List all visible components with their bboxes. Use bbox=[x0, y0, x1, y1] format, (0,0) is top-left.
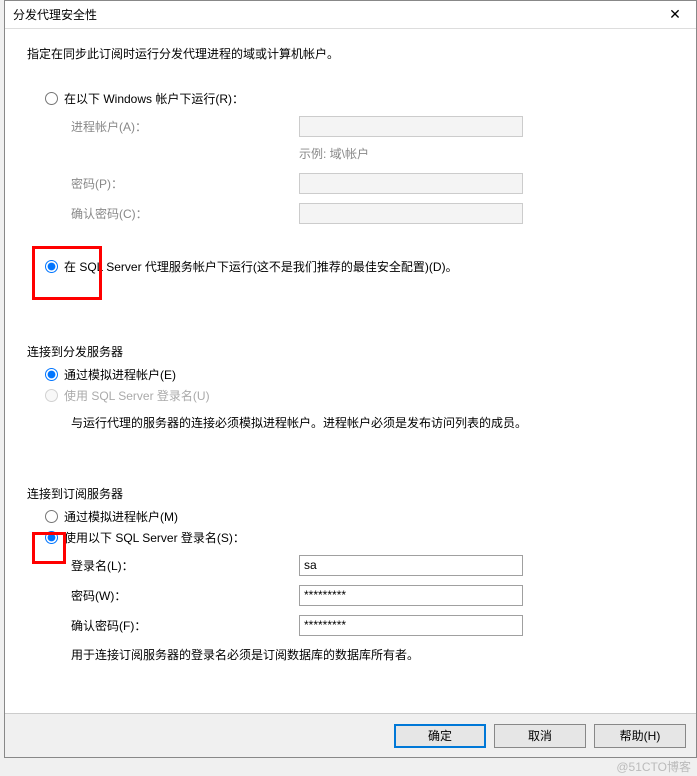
titlebar: 分发代理安全性 ✕ bbox=[5, 1, 696, 29]
radio-windows-input[interactable] bbox=[45, 92, 58, 105]
subscriber-section-header: 连接到订阅服务器 bbox=[27, 485, 674, 502]
radio-sub-impersonate[interactable]: 通过模拟进程帐户(M) bbox=[45, 508, 674, 525]
cancel-button[interactable]: 取消 bbox=[494, 724, 586, 748]
account-hint: 示例: 域\帐户 bbox=[299, 145, 674, 162]
process-account-input bbox=[299, 116, 523, 137]
confirm-password-row: 确认密码(C)： bbox=[71, 202, 674, 224]
subscriber-note: 用于连接订阅服务器的登录名必须是订阅数据库的数据库所有者。 bbox=[71, 646, 674, 663]
password-row: 密码(P)： bbox=[71, 172, 674, 194]
radio-sub-impersonate-label: 通过模拟进程帐户(M) bbox=[64, 508, 178, 525]
radio-windows-label: 在以下 Windows 帐户下运行(R)： bbox=[64, 90, 244, 107]
radio-sqlserver-input[interactable] bbox=[45, 260, 58, 273]
sub-confirm-label: 确认密码(F)： bbox=[71, 617, 299, 634]
radio-windows-account[interactable]: 在以下 Windows 帐户下运行(R)： bbox=[45, 90, 674, 107]
login-input[interactable] bbox=[299, 555, 523, 576]
close-icon[interactable]: ✕ bbox=[654, 1, 696, 29]
confirm-password-input bbox=[299, 203, 523, 224]
help-button[interactable]: 帮助(H) bbox=[594, 724, 686, 748]
process-account-row: 进程帐户(A)： bbox=[71, 115, 674, 137]
watermark: @51CTO博客 bbox=[616, 758, 691, 775]
radio-dist-sqllogin: 使用 SQL Server 登录名(U) bbox=[45, 387, 674, 404]
distributor-section-header: 连接到分发服务器 bbox=[27, 343, 674, 360]
radio-sub-impersonate-input[interactable] bbox=[45, 510, 58, 523]
login-label: 登录名(L)： bbox=[71, 557, 299, 574]
radio-dist-sqllogin-label: 使用 SQL Server 登录名(U) bbox=[64, 387, 210, 404]
radio-dist-impersonate-input[interactable] bbox=[45, 368, 58, 381]
process-account-label: 进程帐户(A)： bbox=[71, 118, 299, 135]
instruction-text: 指定在同步此订阅时运行分发代理进程的域或计算机帐户。 bbox=[27, 45, 674, 62]
dialog-title: 分发代理安全性 bbox=[13, 6, 97, 23]
radio-dist-sqllogin-input bbox=[45, 389, 58, 402]
sub-confirm-input[interactable] bbox=[299, 615, 523, 636]
sub-confirm-row: 确认密码(F)： bbox=[71, 614, 674, 636]
radio-sub-sqllogin-label: 使用以下 SQL Server 登录名(S)： bbox=[64, 529, 245, 546]
login-row: 登录名(L)： bbox=[71, 554, 674, 576]
radio-sqlserver-label: 在 SQL Server 代理服务帐户下运行(这不是我们推荐的最佳安全配置)(D… bbox=[64, 258, 458, 275]
confirm-password-label: 确认密码(C)： bbox=[71, 205, 299, 222]
radio-dist-impersonate-label: 通过模拟进程帐户(E) bbox=[64, 366, 176, 383]
sub-password-row: 密码(W)： bbox=[71, 584, 674, 606]
password-label: 密码(P)： bbox=[71, 175, 299, 192]
sub-password-input[interactable] bbox=[299, 585, 523, 606]
radio-sub-sqllogin-input[interactable] bbox=[45, 531, 58, 544]
radio-dist-impersonate[interactable]: 通过模拟进程帐户(E) bbox=[45, 366, 674, 383]
dialog-content: 指定在同步此订阅时运行分发代理进程的域或计算机帐户。 在以下 Windows 帐… bbox=[5, 29, 696, 713]
sub-password-label: 密码(W)： bbox=[71, 587, 299, 604]
radio-sub-sqllogin[interactable]: 使用以下 SQL Server 登录名(S)： bbox=[45, 529, 674, 546]
radio-sqlserver-agent[interactable]: 在 SQL Server 代理服务帐户下运行(这不是我们推荐的最佳安全配置)(D… bbox=[45, 258, 674, 275]
ok-button[interactable]: 确定 bbox=[394, 724, 486, 748]
button-bar: 确定 取消 帮助(H) bbox=[5, 713, 696, 757]
distributor-note: 与运行代理的服务器的连接必须模拟进程帐户。进程帐户必须是发布访问列表的成员。 bbox=[71, 414, 674, 431]
password-input bbox=[299, 173, 523, 194]
security-dialog: 分发代理安全性 ✕ 指定在同步此订阅时运行分发代理进程的域或计算机帐户。 在以下… bbox=[4, 0, 697, 758]
